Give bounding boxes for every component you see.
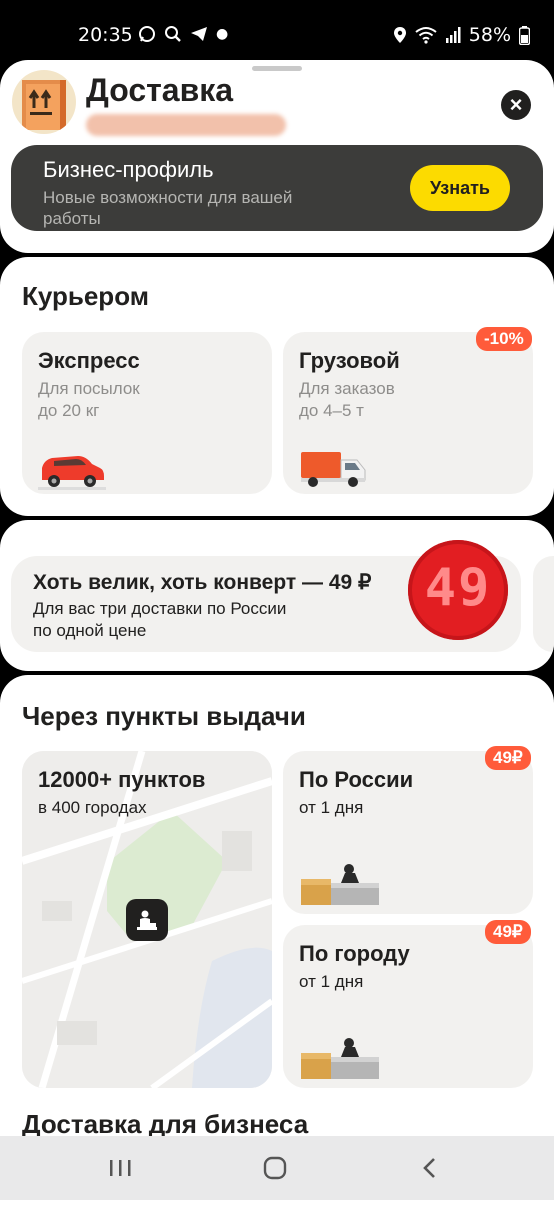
tile-subtitle: Для посылок до 20 кг [38, 378, 140, 422]
express-tile[interactable]: Экспресс Для посылок до 20 кг [22, 332, 272, 494]
tile-subtitle: от 1 дня [299, 972, 364, 991]
section-title-pickup: Через пункты выдачи [22, 701, 306, 731]
banner-title: Бизнес-профиль [43, 157, 214, 182]
pickup-point-icon[interactable] [126, 899, 168, 941]
promo-subtitle-line2: по одной цене [33, 621, 147, 640]
city-delivery-tile[interactable]: По городу от 1 дня [283, 925, 533, 1088]
freight-tile[interactable]: Грузовой Для заказов до 4–5 т [283, 332, 533, 494]
tile-subtitle-line2: до 4–5 т [299, 401, 364, 420]
tile-subtitle-line2: до 20 кг [38, 401, 100, 420]
wifi-icon [415, 27, 437, 44]
home-icon[interactable] [245, 1152, 305, 1184]
promo-title: Хоть велик, хоть конверт — 49 ₽ [33, 571, 372, 594]
dot-icon: ● [216, 26, 229, 42]
parcel-desk-icon [301, 1038, 379, 1079]
promo-card: Хоть велик, хоть конверт — 49 ₽ Для вас … [0, 520, 554, 671]
whatsapp-icon [139, 26, 155, 42]
status-left-icons: ● [138, 25, 228, 43]
system-nav-bar [0, 1136, 554, 1200]
search-icon [165, 26, 181, 42]
promo-banner[interactable]: Хоть велик, хоть конверт — 49 ₽ Для вас … [11, 540, 521, 652]
tile-subtitle: в 400 городах [38, 798, 147, 817]
promo-number: 49 [424, 558, 492, 618]
truck-icon [301, 452, 366, 487]
business-profile-banner[interactable]: Бизнес-профиль Новые возможности для ваш… [11, 145, 543, 231]
tile-subtitle: Для заказов до 4–5 т [299, 378, 395, 422]
tile-subtitle: от 1 дня [299, 798, 364, 817]
learn-more-button[interactable]: Узнать [410, 165, 510, 211]
promo-subtitle-line1: Для вас три доставки по России [33, 599, 287, 618]
signal-icon [445, 27, 461, 43]
status-bar: 20:35 ● 58% [0, 0, 554, 64]
car-icon [38, 456, 106, 490]
pickup-card: Через пункты выдачи 12000+ пунктов в 400… [0, 675, 554, 1205]
section-title-courier: Курьером [22, 281, 149, 311]
recents-icon[interactable] [90, 1152, 150, 1184]
promo-subtitle: Для вас три доставки по России по одной … [33, 598, 286, 642]
parcel-desk-icon [301, 864, 379, 905]
location-icon [393, 27, 406, 43]
price-badge: 49₽ [485, 746, 531, 770]
pickup-map-tile[interactable]: 12000+ пунктов в 400 городах [22, 751, 272, 1088]
banner-subtitle: Новые возможности для вашей работы [43, 188, 293, 228]
tile-title: По России [299, 767, 414, 792]
tile-subtitle-line1: Для посылок [38, 379, 140, 398]
status-time: 20:35 [78, 24, 133, 46]
tile-subtitle-line1: Для заказов [299, 379, 395, 398]
tile-title: По городу [299, 941, 410, 966]
courier-card: Курьером Экспресс Для посылок до 20 кг Г… [0, 257, 554, 516]
status-right-icons: 58% [393, 24, 530, 46]
header-card: Доставка × Бизнес-профиль Новые возможно… [0, 60, 554, 253]
close-icon[interactable]: × [501, 90, 531, 120]
battery-percent: 58% [468, 24, 511, 46]
back-icon[interactable] [400, 1152, 460, 1184]
drag-handle[interactable] [252, 66, 302, 71]
tile-title: 12000+ пунктов [38, 767, 206, 792]
discount-badge: -10% [476, 327, 532, 351]
box-avatar-icon [12, 70, 76, 134]
next-promo-peek[interactable] [533, 556, 554, 652]
telegram-icon [191, 27, 207, 41]
tile-title: Грузовой [299, 348, 400, 373]
battery-icon [519, 25, 530, 45]
tile-title: Экспресс [38, 348, 140, 373]
redacted-account [86, 114, 286, 136]
price-ball-icon: 49 [408, 540, 508, 640]
price-badge: 49₽ [485, 920, 531, 944]
page-title: Доставка [86, 72, 234, 108]
russia-delivery-tile[interactable]: По России от 1 дня [283, 751, 533, 914]
